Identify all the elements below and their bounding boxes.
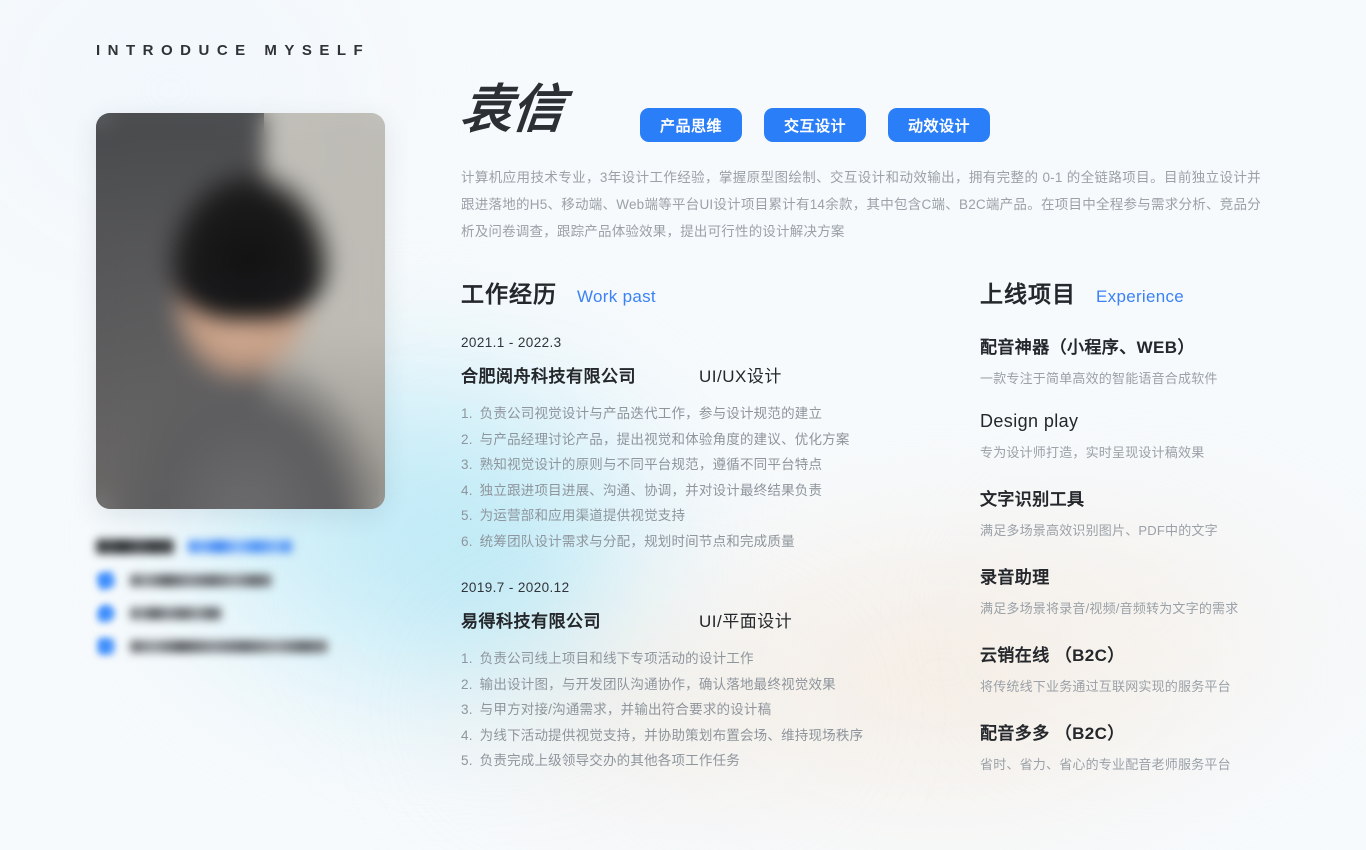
contact-title-redacted [188,539,292,553]
profile-intro-paragraph: 计算机应用技术专业，3年设计工作经验，掌握原型图绘制、交互设计和动效输出，拥有完… [461,170,1261,239]
project-item: 配音神器（小程序、WEB） 一款专注于简单高效的智能语音合成软件 [980,333,1280,387]
job-duty-item: 2. 与产品经理讨论产品，提出视觉和体验角度的建议、优化方案 [461,427,931,453]
job-duty-item: 6. 统筹团队设计需求与分配，规划时间节点和完成质量 [461,529,931,555]
contact-row-phone[interactable] [95,568,396,592]
job-duty-item: 1. 负责公司线上项目和线下专项活动的设计工作 [461,646,931,672]
skill-tag-motion-design[interactable]: 动效设计 [888,108,991,142]
job-entry: 2019.7 - 2020.12 易得科技有限公司 UI/平面设计 1. 负责公司… [461,580,931,774]
job-duty-text: 输出设计图，与开发团队沟通协作，确认落地最终视觉效果 [479,676,836,692]
skill-tag-interaction-design[interactable]: 交互设计 [764,108,867,142]
project-description: 将传统线下业务通过互联网实现的服务平台 [980,679,1231,694]
project-description: 满足多场景高效识别图片、PDF中的文字 [980,523,1218,538]
job-duty-item: 3. 熟知视觉设计的原则与不同平台规范，遵循不同平台特点 [461,452,931,478]
skill-tag-product-thinking[interactable]: 产品思维 [640,108,743,142]
wechat-icon [96,603,117,624]
job-duty-text: 负责公司视觉设计与产品迭代工作，参与设计规范的建立 [479,406,823,421]
job-company: 易得科技有限公司 [461,612,601,631]
contact-email-redacted [130,639,328,653]
contact-row-mail[interactable] [96,636,396,656]
work-section-heading: 工作经历 Work past [461,275,931,309]
projects-heading-en: Experience [1096,287,1185,306]
project-description: 一款专注于简单高效的智能语音合成软件 [980,371,1218,386]
contact-row-wechat[interactable] [96,603,396,623]
job-duty-list: 1. 负责公司线上项目和线下专项活动的设计工作 2. 输出设计图，与开发团队沟通协作… [461,646,931,774]
project-item: 录音助理 满足多场景将录音/视频/音频转为文字的需求 [980,563,1280,617]
project-title: 录音助理 [980,568,1050,587]
job-duty-text: 与甲方对接/沟通需求，并输出符合要求的设计稿 [479,702,772,717]
job-title-row: 易得科技有限公司 UI/平面设计 [461,607,931,632]
project-description: 省时、省力、省心的专业配音老师服务平台 [980,757,1231,772]
job-duty-list: 1. 负责公司视觉设计与产品迭代工作，参与设计规范的建立 2. 与产品经理讨论产品，… [461,401,931,554]
job-duty-text: 与产品经理讨论产品，提出视觉和体验角度的建议、优化方案 [479,431,850,447]
job-duty-text: 独立跟进项目进展、沟通、协调，并对设计最终结果负责 [479,482,823,498]
job-title-row: 合肥阅舟科技有限公司 UI/UX设计 [461,362,931,387]
job-duty-item: 5. 为运营部和应用渠道提供视觉支持 [461,503,931,529]
job-duty-item: 5. 负责完成上级领导交办的其他各项工作任务 [461,748,931,774]
skill-tag-list: 产品思维 交互设计 动效设计 [640,108,991,142]
job-company: 合肥阅舟科技有限公司 [461,367,636,386]
project-title: 文字识别工具 [980,490,1085,509]
job-duty-text: 熟知视觉设计的原则与不同平台规范，遵循不同平台特点 [479,457,823,472]
job-duty-text: 为运营部和应用渠道提供视觉支持 [479,508,686,523]
photo-blur-overlay [96,113,385,509]
job-role: UI/UX设计 [699,367,782,386]
job-duty-text: 统筹团队设计需求与分配，规划时间节点和完成质量 [479,533,795,549]
job-date: 2021.1 - 2022.3 [461,335,562,350]
person-name: 袁信 [457,80,567,140]
job-entry: 2021.1 - 2022.3 合肥阅舟科技有限公司 UI/UX设计 1. 负责公… [461,335,931,554]
projects-section-heading: 上线项目 Experience [980,275,1280,309]
contact-phone-redacted [130,573,272,587]
project-item: 文字识别工具 满足多场景高效识别图片、PDF中的文字 [980,485,1280,539]
phone-icon [95,568,118,592]
project-title: Design play [980,411,1079,431]
job-duty-text: 负责公司线上项目和线下专项活动的设计工作 [479,651,754,666]
work-heading-cn: 工作经历 [461,281,557,307]
contact-header [96,535,396,557]
project-title: 配音多多 （B2C） [980,724,1125,743]
job-date: 2019.7 - 2020.12 [461,580,570,595]
project-title: 配音神器（小程序、WEB） [980,338,1195,357]
job-duty-item: 4. 为线下活动提供视觉支持，并协助策划布置会场、维持现场秩序 [461,723,931,749]
project-item: Design play 专为设计师打造，实时呈现设计稿效果 [980,411,1280,461]
contact-wechat-redacted [130,606,222,620]
project-title: 云销在线 （B2C） [980,646,1125,665]
project-description: 满足多场景将录音/视频/音频转为文字的需求 [980,601,1239,616]
project-description: 专为设计师打造，实时呈现设计稿效果 [980,445,1205,460]
work-experience-section: 工作经历 Work past 2021.1 - 2022.3 合肥阅舟科技有限公… [461,275,931,774]
job-role: UI/平面设计 [699,612,793,631]
projects-section: 上线项目 Experience 配音神器（小程序、WEB） 一款专注于简单高效的… [980,275,1280,773]
contact-name-redacted [96,538,174,554]
work-heading-en: Work past [577,287,656,306]
project-item: 云销在线 （B2C） 将传统线下业务通过互联网实现的服务平台 [980,641,1280,695]
mail-icon [96,636,117,657]
job-duty-item: 1. 负责公司视觉设计与产品迭代工作，参与设计规范的建立 [461,401,931,427]
job-duty-text: 为线下活动提供视觉支持，并协助策划布置会场、维持现场秩序 [479,727,864,743]
projects-heading-cn: 上线项目 [980,281,1076,307]
profile-photo [96,113,385,509]
project-item: 配音多多 （B2C） 省时、省力、省心的专业配音老师服务平台 [980,719,1280,773]
job-duty-item: 2. 输出设计图，与开发团队沟通协作，确认落地最终视觉效果 [461,672,931,698]
job-duty-item: 4. 独立跟进项目进展、沟通、协调，并对设计最终结果负责 [461,478,931,504]
job-duty-text: 负责完成上级领导交办的其他各项工作任务 [479,753,740,768]
job-duty-item: 3. 与甲方对接/沟通需求，并输出符合要求的设计稿 [461,697,931,723]
contact-block [95,535,396,656]
page-kicker: INTRODUCE MYSELF [96,42,371,59]
